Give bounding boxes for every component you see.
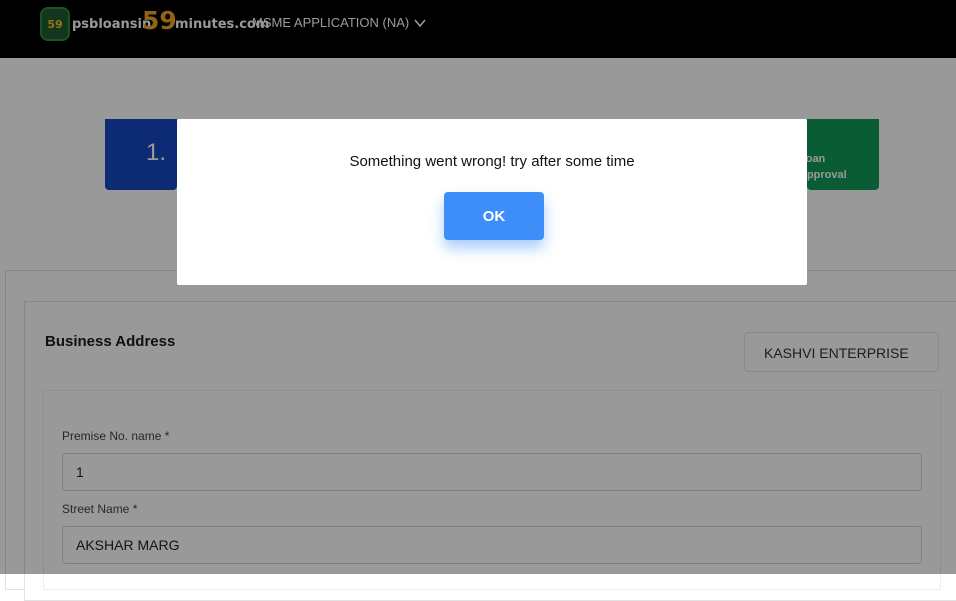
error-dialog: Something went wrong! try after some tim… [177,119,807,285]
error-message: Something went wrong! try after some tim… [349,153,635,170]
ok-button[interactable]: OK [444,192,544,240]
modal-backdrop [0,0,956,574]
